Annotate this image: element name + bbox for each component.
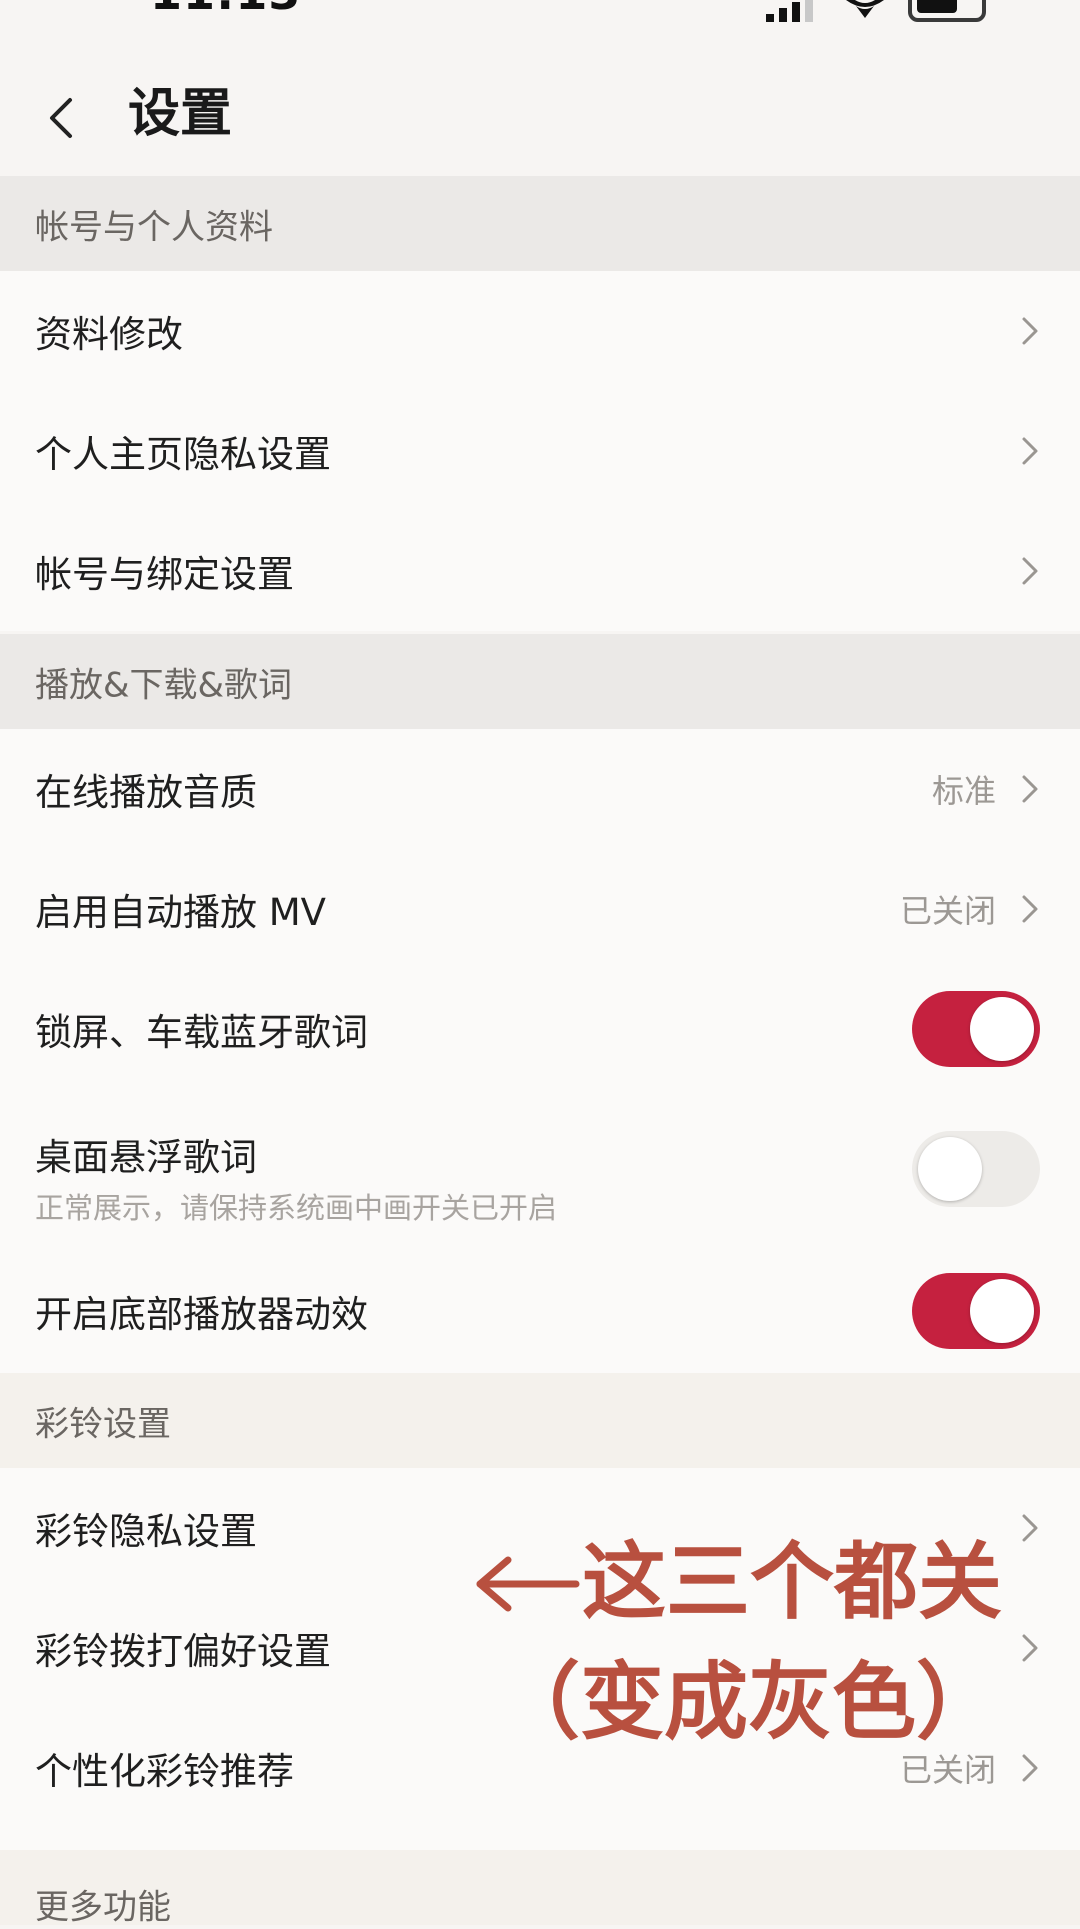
annotation-text-line2: （变成灰色） — [496, 1653, 1001, 1751]
row-label: 在线播放音质 — [35, 771, 257, 814]
row-label: 个性化彩铃推荐 — [35, 1750, 294, 1793]
toggle-knob — [918, 1137, 982, 1201]
toggle-knob — [970, 1279, 1034, 1343]
settings-row-profile-edit[interactable]: 资料修改 — [0, 271, 1080, 391]
row-label: 开启底部播放器动效 — [35, 1293, 368, 1336]
toggle-knob — [970, 997, 1034, 1061]
settings-row-player-animation: 开启底部播放器动效 — [0, 1249, 1080, 1373]
annotation-text-line1: 这三个都关 — [582, 1533, 1003, 1631]
section-header-account: 帐号与个人资料 — [0, 176, 1080, 271]
chevron-right-icon — [1022, 437, 1038, 465]
row-sublabel: 正常展示，请保持系统画中画开关已开启 — [35, 1191, 558, 1225]
row-label: 启用自动播放 MV — [35, 891, 326, 934]
row-value: 已关闭 — [899, 892, 996, 930]
signal-icon — [766, 0, 813, 22]
section-header-ringtone: 彩铃设置 — [0, 1373, 1080, 1468]
settings-row-online-quality[interactable]: 在线播放音质 标准 — [0, 729, 1080, 849]
chevron-right-icon — [1022, 317, 1038, 345]
chevron-right-icon — [1022, 1514, 1038, 1542]
row-value: 标准 — [931, 772, 996, 810]
row-label: 资料修改 — [35, 313, 183, 356]
left-arrow-icon — [476, 1556, 580, 1612]
back-icon[interactable] — [40, 96, 84, 140]
player-animation-toggle[interactable] — [912, 1273, 1040, 1349]
lockscreen-lyrics-toggle[interactable] — [912, 991, 1040, 1067]
row-label: 锁屏、车载蓝牙歌词 — [35, 1011, 368, 1054]
settings-row-account-binding[interactable]: 帐号与绑定设置 — [0, 511, 1080, 631]
chevron-right-icon — [1022, 1754, 1038, 1782]
section-title: 帐号与个人资料 — [35, 207, 273, 247]
chevron-right-icon — [1022, 1634, 1038, 1662]
chevron-right-icon — [1022, 775, 1038, 803]
section-title: 彩铃设置 — [35, 1404, 171, 1444]
wifi-icon — [846, 0, 884, 18]
settings-row-floating-lyrics: 桌面悬浮歌词 正常展示，请保持系统画中画开关已开启 — [0, 1089, 1080, 1249]
section-title: 播放&下载&歌词 — [35, 665, 293, 705]
section-title: 更多功能 — [35, 1887, 171, 1928]
row-label: 彩铃隐私设置 — [35, 1510, 257, 1553]
page-title: 设置 — [128, 84, 233, 144]
chevron-right-icon — [1022, 557, 1038, 585]
chevron-right-icon — [1022, 895, 1038, 923]
section-header-more: 更多功能 — [0, 1850, 1080, 1928]
floating-lyrics-toggle[interactable] — [912, 1131, 1040, 1207]
battery-icon — [908, 0, 986, 22]
status-bar: 11:13 — [0, 0, 1080, 40]
row-label: 彩铃拨打偏好设置 — [35, 1630, 331, 1673]
status-time: 11:13 — [150, 0, 301, 20]
settings-row-homepage-privacy[interactable]: 个人主页隐私设置 — [0, 391, 1080, 511]
section-header-playback: 播放&下载&歌词 — [0, 634, 1080, 729]
row-label: 帐号与绑定设置 — [35, 553, 294, 596]
annotation-overlay: 这三个都关 （变成灰色） — [472, 1540, 1002, 1770]
row-label: 个人主页隐私设置 — [35, 433, 331, 476]
settings-row-lockscreen-lyrics: 锁屏、车载蓝牙歌词 — [0, 969, 1080, 1089]
header: 设置 — [0, 40, 1080, 176]
settings-row-autoplay-mv[interactable]: 启用自动播放 MV 已关闭 — [0, 849, 1080, 969]
row-label: 桌面悬浮歌词 — [35, 1136, 257, 1179]
